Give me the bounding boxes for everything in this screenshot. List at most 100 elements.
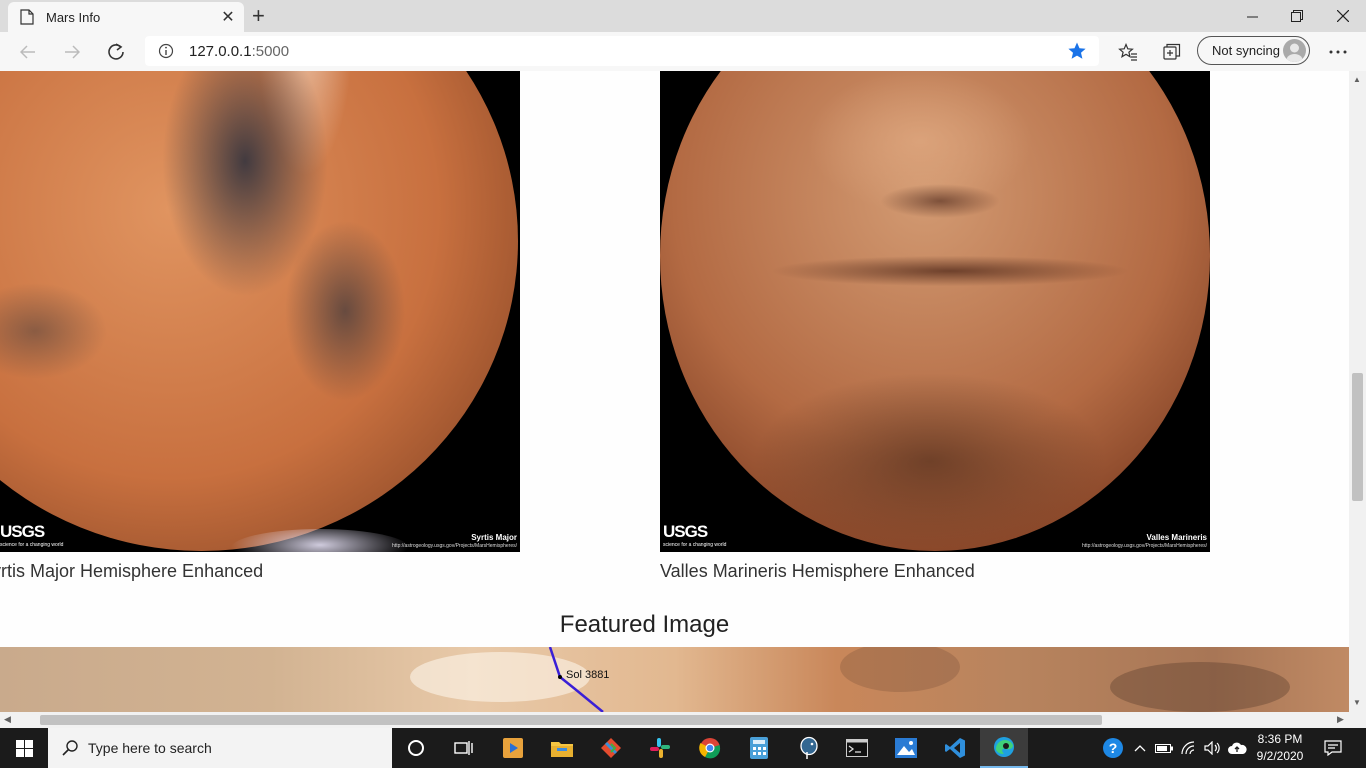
cortana-button[interactable] [392, 728, 440, 768]
profile-button[interactable]: Not syncing [1197, 36, 1310, 65]
file-explorer-icon [551, 742, 573, 757]
favorite-star-icon[interactable] [1067, 41, 1087, 61]
favorites-button[interactable] [1116, 40, 1140, 64]
help-icon: ? [1103, 738, 1123, 758]
taskbar-app-postgres[interactable] [785, 728, 833, 768]
minimize-icon [1246, 16, 1258, 17]
scrollbar-corner [1349, 712, 1366, 728]
terminal-icon [846, 739, 868, 757]
image-label: Syrtis Major [471, 533, 517, 542]
usgs-logo: USGS science for a changing world [663, 522, 726, 548]
more-options-icon [1329, 50, 1347, 54]
taskbar-app-calculator[interactable] [735, 728, 783, 768]
taskbar-app-terminal[interactable] [833, 728, 881, 768]
hemisphere-caption: Valles Marineris Hemisphere Enhanced [660, 561, 975, 581]
help-tray-button[interactable]: ? [1100, 728, 1126, 768]
edge-icon [994, 737, 1014, 757]
image-label: Valles Marineris [1146, 533, 1207, 542]
taskbar-app-file-explorer[interactable] [538, 728, 586, 768]
calculator-icon [750, 737, 768, 759]
url-text[interactable]: 127.0.0.1:5000 [189, 43, 289, 60]
usgs-logo-text: USGS [0, 522, 45, 541]
search-placeholder: Type here to search [88, 740, 212, 756]
taskbar-app-vscode[interactable] [931, 728, 979, 768]
minimize-button[interactable] [1229, 0, 1275, 32]
scrollbar-thumb[interactable] [1352, 373, 1363, 501]
forward-arrow-icon [65, 45, 80, 59]
forward-button[interactable] [59, 39, 85, 65]
vertical-scrollbar[interactable]: ▲ ▼ [1349, 71, 1366, 712]
onedrive-tray-button[interactable] [1226, 728, 1248, 768]
cortana-icon [408, 740, 424, 756]
hemisphere-image-valles-marineris[interactable]: USGS science for a changing world Valles… [660, 71, 1210, 552]
task-view-button[interactable] [440, 728, 488, 768]
taskbar-app-git[interactable] [587, 728, 635, 768]
image-credit-url: http://astrogeology.usgs.gov/Projects/Ma… [1082, 543, 1207, 549]
new-tab-button[interactable]: + [252, 5, 265, 27]
notification-icon [1324, 740, 1342, 756]
address-bar-row: 127.0.0.1:5000 Not syncing [0, 32, 1366, 72]
volume-icon [1204, 741, 1220, 755]
postgres-icon [800, 736, 818, 759]
taskbar-app-photos[interactable] [882, 728, 930, 768]
usgs-logo-text: USGS [663, 522, 708, 541]
collections-button[interactable] [1160, 40, 1184, 64]
show-hidden-icons-button[interactable] [1130, 728, 1150, 768]
taskbar-app-slack[interactable] [636, 728, 684, 768]
horizontal-scrollbar[interactable]: ◀ ▶ [0, 712, 1349, 728]
scroll-left-icon[interactable]: ◀ [4, 714, 11, 725]
url-port: :5000 [251, 43, 290, 60]
restore-button[interactable] [1274, 0, 1320, 32]
task-view-icon [454, 741, 473, 755]
taskbar-app-chrome[interactable] [686, 728, 734, 768]
network-tray-button[interactable] [1179, 728, 1201, 768]
tab-title: Mars Info [46, 9, 101, 25]
usgs-logo: USGS science for a changing world [0, 522, 63, 548]
page-icon [20, 9, 34, 25]
scroll-right-icon[interactable]: ▶ [1337, 714, 1344, 725]
clock-time: 8:36 PM [1257, 732, 1303, 746]
scrollbar-thumb[interactable] [40, 715, 1102, 725]
back-arrow-icon [20, 45, 35, 59]
scroll-down-icon[interactable]: ▼ [1353, 698, 1361, 707]
rover-traverse-path [410, 647, 1290, 712]
close-button[interactable] [1320, 0, 1366, 32]
taskbar-search[interactable]: Type here to search [48, 728, 392, 768]
taskbar-app-media-player[interactable] [489, 728, 537, 768]
tab-close-icon[interactable]: ✕ [216, 7, 240, 27]
windows-taskbar: Type here to search ? 8:36 PM 9/2/2020 [0, 728, 1366, 768]
mars-globe [660, 71, 1210, 551]
sol-marker-label: Sol 3881 [566, 669, 610, 681]
featured-image-heading: Featured Image [559, 611, 730, 638]
address-bar[interactable]: 127.0.0.1:5000 [145, 36, 1099, 66]
svg-text:?: ? [1109, 740, 1118, 756]
scroll-up-icon[interactable]: ▲ [1353, 75, 1361, 84]
info-icon[interactable] [158, 43, 174, 59]
taskbar-app-edge[interactable] [980, 728, 1028, 768]
refresh-button[interactable] [103, 39, 129, 65]
back-button[interactable] [15, 39, 41, 65]
media-player-icon [503, 738, 523, 758]
taskbar-clock[interactable]: 8:36 PM 9/2/2020 [1250, 731, 1310, 765]
volume-tray-button[interactable] [1202, 728, 1224, 768]
battery-tray-button[interactable] [1153, 728, 1175, 768]
hemisphere-caption: Syrtis Major Hemisphere Enhanced [0, 561, 264, 581]
wifi-icon [1181, 741, 1195, 755]
profile-status: Not syncing [1212, 43, 1280, 58]
chevron-up-icon [1134, 745, 1146, 752]
url-host: 127.0.0.1 [189, 43, 252, 60]
battery-icon [1155, 744, 1173, 753]
chrome-icon [699, 738, 721, 759]
avatar [1283, 39, 1306, 62]
tab-strip: Mars Info ✕ + [0, 0, 1366, 32]
hemisphere-image-syrtis-major[interactable]: USGS science for a changing world Syrtis… [0, 71, 520, 552]
featured-image[interactable]: Sol 3881 [0, 647, 1349, 712]
vscode-icon [945, 738, 965, 758]
favorites-icon [1118, 43, 1137, 61]
action-center-button[interactable] [1322, 728, 1344, 768]
restore-icon [1291, 10, 1303, 22]
browser-tab[interactable]: Mars Info ✕ [8, 2, 244, 32]
settings-menu-button[interactable] [1326, 40, 1350, 64]
start-button[interactable] [0, 728, 48, 768]
page-viewport: USGS science for a changing world Syrtis… [0, 71, 1349, 712]
